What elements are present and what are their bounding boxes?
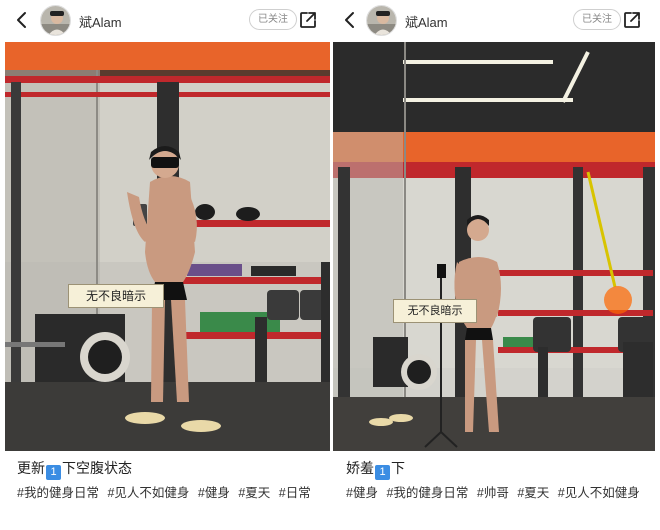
hashtag-list: #我的健身日常 #见人不如健身 #健身 #夏天 #日常 [17, 483, 332, 503]
hashtag[interactable]: #日常 [279, 486, 311, 500]
post-card-right: 斌Alam 已关注 无不良暗示 娇羞 1 下 #健身 #我的健身日常 #帅哥 #… [330, 0, 660, 530]
gym-mirror-selfie-image [333, 42, 655, 451]
gym-mirror-selfie-image [5, 42, 332, 451]
chevron-left-icon[interactable] [340, 10, 360, 30]
hashtag[interactable]: #见人不如健身 [107, 486, 189, 500]
keycap-one-icon: 1 [375, 465, 390, 480]
hashtag[interactable]: #健身 [346, 486, 378, 500]
post-title-text: 更新 [17, 460, 45, 476]
share-icon[interactable] [622, 10, 642, 30]
post-photo[interactable] [333, 42, 655, 451]
hashtag[interactable]: #我的健身日常 [386, 486, 468, 500]
username[interactable]: 斌Alam [405, 12, 448, 31]
keycap-one-icon: 1 [46, 465, 61, 480]
post-header: 斌Alam 已关注 [330, 0, 660, 42]
avatar[interactable] [40, 5, 71, 36]
username[interactable]: 斌Alam [79, 12, 122, 31]
post-header: 斌Alam 已关注 [0, 0, 334, 42]
post-title-text: 娇羞 [346, 460, 374, 476]
share-icon[interactable] [298, 10, 318, 30]
follow-button[interactable]: 已关注 [573, 9, 621, 30]
hashtag[interactable]: #见人不如健身 [558, 486, 640, 500]
post-card-left: 斌Alam 已关注 无不良暗示 更新 1 下空腹状态 #我的健身日常 #见人不如… [0, 0, 334, 530]
follow-button[interactable]: 已关注 [249, 9, 297, 30]
hashtag[interactable]: #健身 [198, 486, 230, 500]
avatar[interactable] [366, 5, 397, 36]
chevron-left-icon[interactable] [12, 10, 32, 30]
post-photo[interactable] [5, 42, 332, 451]
hashtag-list: #健身 #我的健身日常 #帅哥 #夏天 #见人不如健身 [346, 483, 651, 503]
hashtag[interactable]: #我的健身日常 [17, 486, 99, 500]
hashtag[interactable]: #夏天 [238, 486, 270, 500]
post-title: 更新 1 下空腹状态 [17, 458, 132, 480]
post-title-text-rest: 下空腹状态 [62, 460, 132, 476]
hashtag[interactable]: #帅哥 [477, 486, 509, 500]
photo-caption-note: 无不良暗示 [393, 299, 477, 323]
post-title-text-rest: 下 [391, 460, 405, 476]
photo-caption-note: 无不良暗示 [68, 284, 164, 308]
hashtag[interactable]: #夏天 [517, 486, 549, 500]
post-title: 娇羞 1 下 [346, 458, 405, 480]
